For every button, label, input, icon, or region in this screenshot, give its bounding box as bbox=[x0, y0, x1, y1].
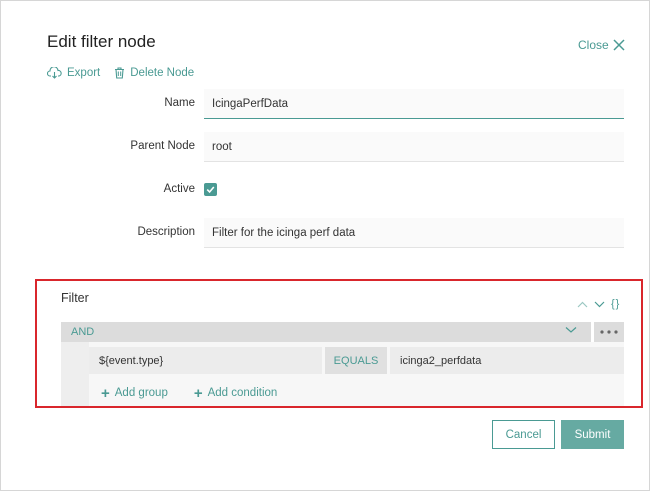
parent-node-row: Parent Node bbox=[1, 132, 649, 162]
more-horizontal-icon bbox=[600, 330, 618, 334]
export-button[interactable]: Export bbox=[47, 67, 100, 79]
filter-title: Filter bbox=[61, 291, 89, 305]
chevron-down-icon[interactable] bbox=[565, 326, 577, 334]
plus-icon: + bbox=[101, 384, 110, 402]
active-row: Active bbox=[1, 175, 649, 205]
name-label: Name bbox=[164, 97, 195, 109]
more-options-button[interactable] bbox=[594, 322, 624, 342]
add-group-button[interactable]: + Add group bbox=[101, 384, 168, 402]
chevron-down-icon[interactable] bbox=[594, 301, 605, 308]
add-condition-button[interactable]: + Add condition bbox=[193, 384, 278, 402]
close-button[interactable]: Close bbox=[578, 38, 625, 52]
submit-button[interactable]: Submit bbox=[561, 420, 624, 449]
parent-node-label: Parent Node bbox=[130, 140, 195, 152]
edit-filter-dialog: Edit filter node Close Export Delete Nod… bbox=[0, 0, 650, 491]
dialog-title: Edit filter node bbox=[47, 32, 156, 51]
cancel-button[interactable]: Cancel bbox=[492, 420, 555, 449]
export-label: Export bbox=[67, 67, 101, 79]
plus-icon: + bbox=[193, 384, 203, 402]
description-row: Description bbox=[1, 218, 649, 248]
toolbar: Export Delete Node bbox=[47, 67, 194, 79]
trash-icon bbox=[115, 67, 125, 79]
close-icon bbox=[613, 39, 625, 51]
active-checkbox[interactable] bbox=[204, 183, 217, 196]
add-group-label: Add group bbox=[114, 387, 168, 399]
parent-node-input[interactable] bbox=[204, 132, 624, 162]
description-input[interactable] bbox=[204, 218, 624, 248]
filter-controls: {} bbox=[577, 298, 620, 310]
description-label: Description bbox=[137, 226, 195, 238]
group-operator[interactable]: AND bbox=[71, 326, 94, 338]
name-input[interactable] bbox=[204, 89, 624, 119]
delete-node-label: Delete Node bbox=[130, 67, 195, 79]
condition-operator[interactable]: EQUALS bbox=[325, 347, 387, 374]
cloud-download-icon bbox=[47, 67, 62, 79]
chevron-up-icon[interactable] bbox=[577, 301, 588, 308]
condition-field[interactable]: ${event.type} bbox=[89, 347, 322, 374]
condition-value[interactable]: icinga2_perfdata bbox=[390, 347, 624, 374]
active-label: Active bbox=[163, 183, 195, 195]
add-links: + Add group + Add condition bbox=[101, 384, 278, 402]
group-indent bbox=[61, 342, 89, 406]
delete-node-button[interactable]: Delete Node bbox=[114, 67, 194, 79]
json-toggle-icon[interactable]: {} bbox=[611, 298, 620, 310]
close-label: Close bbox=[578, 38, 609, 52]
check-icon bbox=[206, 186, 215, 194]
name-row: Name bbox=[1, 89, 649, 119]
group-header[interactable]: AND bbox=[61, 322, 591, 342]
add-condition-label: Add condition bbox=[207, 387, 278, 399]
